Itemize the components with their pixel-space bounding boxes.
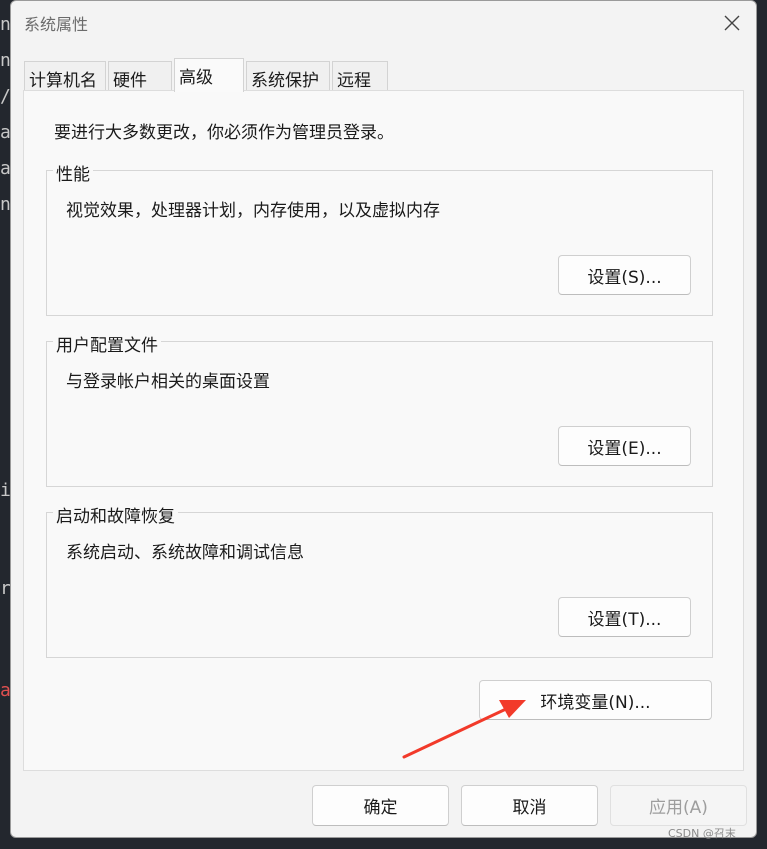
- startup-recovery-settings-button[interactable]: 设置(T)...: [558, 597, 691, 637]
- apply-button[interactable]: 应用(A): [610, 785, 747, 826]
- watermark: CSDN @召末: [668, 827, 736, 840]
- performance-group: 性能 视觉效果，处理器计划，内存使用，以及虚拟内存 设置(S)...: [46, 160, 713, 316]
- window-title: 系统属性: [24, 15, 89, 34]
- startup-recovery-description: 系统启动、系统故障和调试信息: [66, 543, 304, 563]
- close-button[interactable]: [714, 5, 750, 41]
- system-properties-dialog: 系统属性 计算机名 硬件 高级 系统保护 远程 要进行大多数更改，你必须作为管理…: [10, 0, 757, 838]
- performance-group-title: 性能: [53, 160, 93, 185]
- close-icon: [724, 15, 740, 31]
- tab-advanced[interactable]: 高级: [174, 58, 244, 92]
- advanced-tab-panel: 要进行大多数更改，你必须作为管理员登录。 性能 视觉效果，处理器计划，内存使用，…: [23, 90, 744, 771]
- admin-note: 要进行大多数更改，你必须作为管理员登录。: [54, 123, 394, 143]
- cancel-button[interactable]: 取消: [461, 785, 598, 826]
- performance-description: 视觉效果，处理器计划，内存使用，以及虚拟内存: [66, 201, 440, 221]
- startup-recovery-group: 启动和故障恢复 系统启动、系统故障和调试信息 设置(T)...: [46, 502, 713, 658]
- user-profiles-group: 用户配置文件 与登录帐户相关的桌面设置 设置(E)...: [46, 331, 713, 487]
- tab-system-protection[interactable]: 系统保护: [246, 61, 330, 91]
- environment-variables-button[interactable]: 环境变量(N)...: [479, 680, 712, 720]
- performance-settings-button[interactable]: 设置(S)...: [558, 255, 691, 295]
- tab-computer-name[interactable]: 计算机名: [24, 61, 106, 91]
- user-profiles-settings-button[interactable]: 设置(E)...: [558, 426, 691, 466]
- ok-button[interactable]: 确定: [312, 785, 449, 826]
- user-profiles-description: 与登录帐户相关的桌面设置: [66, 372, 270, 392]
- user-profiles-group-title: 用户配置文件: [53, 331, 161, 356]
- startup-recovery-group-title: 启动和故障恢复: [53, 502, 178, 527]
- tab-remote[interactable]: 远程: [332, 61, 388, 91]
- tab-hardware[interactable]: 硬件: [108, 61, 172, 91]
